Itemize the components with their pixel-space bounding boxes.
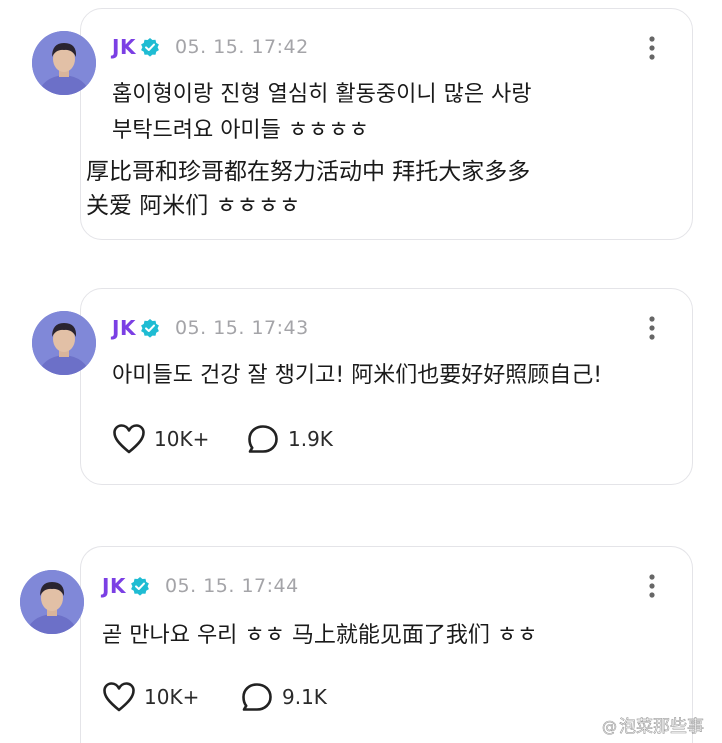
timestamp: 05. 15. 17:43 [174,317,309,339]
comment-count: 9.1K [282,685,327,709]
like-button[interactable]: 10K+ [102,681,199,713]
weibo-logo-icon: @ [602,718,618,737]
avatar[interactable] [32,31,96,95]
like-count: 10K+ [144,685,200,709]
post-text-line: 부탁드려요 아미들 ㅎㅎㅎㅎ [112,118,369,143]
post-text-line: 关爱 阿米们 ㅎㅎㅎㅎ [86,193,301,219]
avatar[interactable] [32,311,96,375]
watermark: @ 泡菜那些事 [602,712,705,738]
post-text-line: 아미들도 건강 잘 챙기고! 阿米们也要好好照顾自己! [112,363,603,388]
heart-outline-icon [103,682,135,712]
more-vertical-icon[interactable] [648,573,656,599]
post-text-line: 厚比哥和珍哥都在努力活动中 拜托大家多多 [86,159,531,185]
speech-bubble-outline-icon [242,683,272,711]
heart-outline-icon [113,424,145,454]
post-text-line: 곧 만나요 우리 ㅎㅎ 马上就能见面了我们 ㅎㅎ [102,623,538,648]
comment-count: 1.9K [288,427,333,451]
verified-badge-icon [141,38,159,57]
username[interactable]: JK [112,35,136,59]
timestamp: 05. 15. 17:44 [164,575,299,597]
verified-badge-icon [131,577,149,596]
comment-button[interactable]: 9.1K [240,681,327,713]
username[interactable]: JK [102,574,126,598]
speech-bubble-outline-icon [248,425,278,453]
like-count: 10K+ [154,427,210,451]
post-text-line: 홉이형이랑 진형 열심히 활동중이니 많은 사랑 [112,82,532,107]
username[interactable]: JK [112,316,136,340]
avatar[interactable] [20,570,84,634]
more-vertical-icon[interactable] [648,35,656,61]
verified-badge-icon [141,319,159,338]
watermark-text: 泡菜那些事 [619,717,705,738]
comment-button[interactable]: 1.9K [246,423,333,455]
like-button[interactable]: 10K+ [112,423,209,455]
timestamp: 05. 15. 17:42 [174,36,309,58]
more-vertical-icon[interactable] [648,315,656,341]
